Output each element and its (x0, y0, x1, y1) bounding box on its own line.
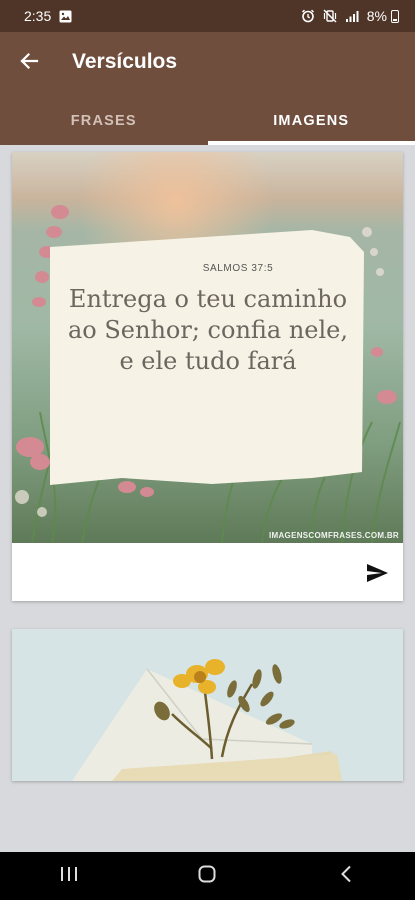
verse-text: Entrega o teu caminho ao Senhor; confia … (67, 285, 349, 375)
image-card: SALMOS 37:5 Entrega o teu caminho ao Sen… (12, 152, 403, 601)
verse-reference: SALMOS 37:5 (202, 263, 274, 274)
status-bar: 2:35 8% (0, 0, 415, 32)
envelope-flower-image[interactable] (12, 629, 403, 781)
image-watermark: IMAGENSCOMFRASES.COM.BR (268, 531, 399, 540)
gallery-icon (59, 10, 72, 23)
recent-apps-icon (60, 866, 78, 887)
vibrate-mute-icon (323, 9, 337, 23)
app-bar: Versículos FRASES IMAGENS (0, 32, 415, 145)
tab-frases[interactable]: FRASES (0, 97, 208, 145)
tab-imagens[interactable]: IMAGENS (207, 97, 415, 145)
image-card (12, 629, 403, 781)
back-icon (340, 865, 352, 888)
alarm-icon (301, 9, 315, 23)
battery-percent: 8% (366, 8, 387, 24)
send-icon (365, 564, 389, 589)
recent-apps-button[interactable] (39, 856, 99, 896)
battery-indicator: 8% (367, 8, 399, 24)
system-nav-bar (0, 852, 415, 900)
tab-bar: FRASES IMAGENS (0, 97, 415, 145)
share-button[interactable] (365, 561, 389, 585)
card-actions (12, 543, 403, 601)
status-time: 2:35 (24, 8, 52, 24)
back-button[interactable] (14, 48, 44, 78)
signal-icon (345, 10, 359, 23)
envelope-flower-photo (12, 629, 403, 781)
home-button[interactable] (177, 856, 237, 896)
page-title: Versículos (72, 50, 178, 73)
arrow-back-icon (19, 51, 39, 76)
home-icon (198, 865, 216, 888)
verse-paper: SALMOS 37:5 Entrega o teu caminho ao Sen… (52, 249, 364, 477)
battery-icon (391, 9, 399, 23)
verse-image[interactable]: SALMOS 37:5 Entrega o teu caminho ao Sen… (12, 152, 403, 543)
system-back-button[interactable] (316, 856, 376, 896)
